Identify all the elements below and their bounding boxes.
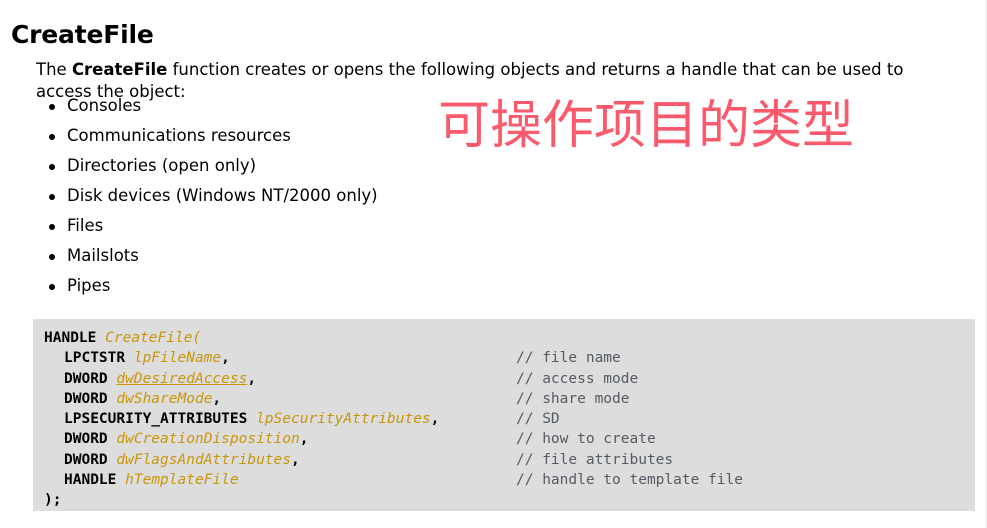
code-line: DWORD dwCreationDisposition, // how to cr… bbox=[44, 429, 975, 449]
list-item: Files bbox=[36, 211, 378, 241]
list-item-label: Mailslots bbox=[67, 246, 139, 265]
list-item-label: Disk devices (Windows NT/2000 only) bbox=[67, 186, 378, 205]
list-item: Communications resources bbox=[36, 121, 378, 151]
bullet-icon bbox=[49, 194, 55, 200]
code-line: LPSECURITY_ATTRIBUTES lpSecurityAttribut… bbox=[44, 409, 975, 429]
code-punctuation: ); bbox=[44, 492, 62, 509]
bullet-icon bbox=[49, 164, 55, 170]
bullet-icon bbox=[49, 134, 55, 140]
code-param-name: CreateFile( bbox=[105, 330, 202, 346]
code-type-keyword: LPCTSTR bbox=[64, 350, 126, 367]
code-line: HANDLE CreateFile( bbox=[44, 328, 975, 348]
code-param-name: dwCreationDisposition bbox=[116, 431, 300, 448]
intro-function-name: CreateFile bbox=[71, 59, 168, 79]
list-item-label: Communications resources bbox=[67, 126, 291, 145]
function-signature-code-block: HANDLE CreateFile( LPCTSTR lpFileName, // … bbox=[33, 319, 975, 511]
code-comment: // file name bbox=[516, 350, 621, 367]
code-param-name: dwFlagsAndAttributes bbox=[116, 451, 291, 468]
code-param-name: lpSecurityAttributes bbox=[256, 411, 431, 428]
list-item-label: Pipes bbox=[67, 276, 111, 295]
list-item: Disk devices (Windows NT/2000 only) bbox=[36, 181, 378, 211]
code-type-keyword: DWORD bbox=[64, 390, 108, 407]
code-type-keyword: HANDLE bbox=[44, 330, 97, 346]
code-punctuation: , bbox=[212, 390, 222, 407]
code-param-link[interactable]: dwDesiredAccess bbox=[116, 371, 247, 387]
code-comment: // share mode bbox=[516, 390, 630, 407]
list-item-label: Directories (open only) bbox=[67, 156, 257, 175]
code-type-keyword: HANDLE bbox=[64, 472, 117, 489]
list-item: Mailslots bbox=[36, 241, 378, 271]
code-line: DWORD dwShareMode, // share mode bbox=[44, 389, 975, 409]
list-item: Consoles bbox=[36, 91, 378, 121]
bullet-icon bbox=[49, 104, 55, 110]
code-line: DWORD dwDesiredAccess, // access mode bbox=[44, 369, 975, 389]
page-title: CreateFile bbox=[11, 19, 154, 49]
list-item: Pipes bbox=[36, 271, 378, 301]
code-comment: // access mode bbox=[516, 370, 639, 387]
list-item-label: Files bbox=[67, 216, 104, 235]
code-punctuation: , bbox=[299, 431, 309, 448]
code-punctuation: , bbox=[291, 451, 300, 468]
list-item: Directories (open only) bbox=[36, 151, 378, 181]
supported-objects-list: Consoles Communications resources Director… bbox=[36, 91, 378, 301]
code-comment: // file attributes bbox=[516, 451, 674, 468]
code-punctuation: , bbox=[247, 370, 257, 387]
code-line: ); bbox=[44, 490, 975, 510]
list-item-label: Consoles bbox=[67, 96, 142, 115]
bullet-icon bbox=[49, 284, 55, 290]
bullet-icon bbox=[49, 254, 55, 260]
document-page: CreateFile The CreateFile function creat… bbox=[0, 0, 987, 528]
code-punctuation: , bbox=[221, 350, 230, 367]
code-line: DWORD dwFlagsAndAttributes, // file attri… bbox=[44, 450, 975, 470]
code-comment: // how to create bbox=[516, 431, 656, 448]
code-param-name: dwShareMode bbox=[116, 390, 213, 407]
code-type-keyword: DWORD bbox=[64, 451, 108, 468]
code-param-name: lpFileName bbox=[133, 350, 222, 367]
code-type-keyword: DWORD bbox=[64, 370, 108, 387]
code-comment: // SD bbox=[516, 411, 560, 428]
code-line: LPCTSTR lpFileName, // file name bbox=[44, 348, 975, 368]
code-line: HANDLE hTemplateFile // handle to templat… bbox=[44, 470, 975, 490]
code-type-keyword: LPSECURITY_ATTRIBUTES bbox=[64, 411, 248, 428]
code-param-name: hTemplateFile bbox=[125, 472, 239, 489]
code-punctuation: , bbox=[430, 411, 440, 428]
code-type-keyword: DWORD bbox=[64, 431, 108, 448]
chinese-annotation-label: 可操作项目的类型 bbox=[438, 96, 855, 156]
bullet-icon bbox=[49, 224, 55, 230]
code-comment: // handle to template file bbox=[516, 472, 743, 489]
intro-text-before: The bbox=[36, 59, 72, 79]
